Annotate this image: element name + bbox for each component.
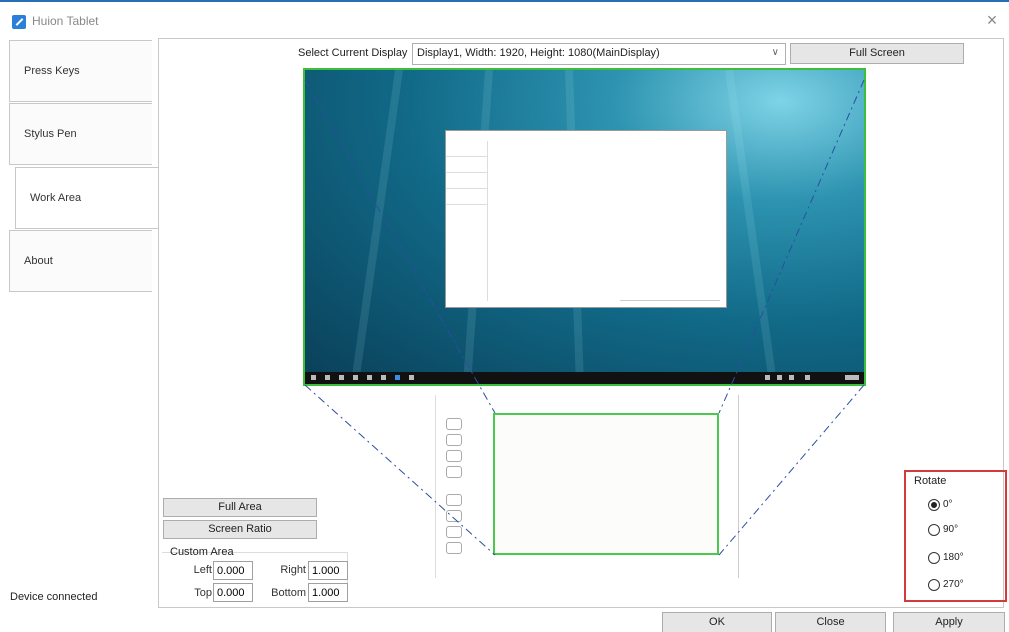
chevron-down-icon: ∨ xyxy=(771,47,779,58)
sidebar-item-about[interactable]: About xyxy=(9,230,152,292)
left-field[interactable] xyxy=(213,561,253,580)
close-window-icon[interactable]: × xyxy=(982,10,1002,30)
express-key-icon xyxy=(446,434,462,446)
right-field[interactable] xyxy=(308,561,348,580)
right-label: Right xyxy=(280,564,306,576)
express-key-icon xyxy=(446,450,462,462)
rotate-180-label: 180° xyxy=(943,552,964,563)
sidebar-item-label: About xyxy=(24,255,53,267)
top-label: Top xyxy=(194,587,212,599)
preview-app-window xyxy=(445,130,727,308)
bottom-field[interactable] xyxy=(308,583,348,602)
display-preview xyxy=(303,68,866,386)
express-key-icon xyxy=(446,418,462,430)
sidebar-item-work-area[interactable]: Work Area xyxy=(15,167,158,229)
express-key-icon xyxy=(446,494,462,506)
custom-area-title: Custom Area xyxy=(170,546,234,558)
preview-taskbar xyxy=(305,372,864,384)
sidebar-item-label: Press Keys xyxy=(24,65,80,77)
rotate-180-radio[interactable] xyxy=(928,552,940,564)
window-title: Huion Tablet xyxy=(32,14,99,28)
sidebar-item-stylus-pen[interactable]: Stylus Pen xyxy=(9,103,152,165)
sidebar-item-press-keys[interactable]: Press Keys xyxy=(9,40,152,102)
device-status: Device connected xyxy=(10,591,98,603)
express-key-icon xyxy=(446,466,462,478)
sidebar-item-label: Work Area xyxy=(30,192,82,204)
bottom-label: Bottom xyxy=(271,587,306,599)
express-key-icon xyxy=(446,526,462,538)
preview-footer xyxy=(620,300,720,305)
rotate-270-label: 270° xyxy=(943,579,964,590)
sidebar-item-label: Stylus Pen xyxy=(24,128,77,140)
rotate-270-radio[interactable] xyxy=(928,579,940,591)
rotate-90-label: 90° xyxy=(943,524,959,535)
light-ray xyxy=(351,70,403,378)
express-key-icon xyxy=(446,542,462,554)
tablet-right-edge xyxy=(738,395,746,578)
select-display-label: Select Current Display xyxy=(298,47,408,59)
apply-button[interactable]: Apply xyxy=(893,612,1005,632)
full-area-button[interactable]: Full Area xyxy=(163,498,317,517)
ok-button[interactable]: OK xyxy=(662,612,772,632)
display-select[interactable]: Display1, Width: 1920, Height: 1080(Main… xyxy=(412,43,786,65)
rotate-90-radio[interactable] xyxy=(928,524,940,536)
left-label: Left xyxy=(193,564,212,576)
tablet-work-area[interactable] xyxy=(493,413,719,555)
title-bar: Huion Tablet × xyxy=(0,2,1009,34)
screen-ratio-button[interactable]: Screen Ratio xyxy=(163,520,317,539)
rotate-0-label: 0° xyxy=(943,499,953,510)
top-field[interactable] xyxy=(213,583,253,602)
tablet-left-edge xyxy=(428,395,436,578)
light-ray xyxy=(725,70,777,378)
rotate-title: Rotate xyxy=(914,475,947,487)
preview-sidebar xyxy=(446,141,488,301)
full-screen-button[interactable]: Full Screen xyxy=(790,43,964,64)
close-button[interactable]: Close xyxy=(775,612,886,632)
rotate-0-radio[interactable] xyxy=(928,499,940,511)
display-select-value: Display1, Width: 1920, Height: 1080(Main… xyxy=(417,47,660,59)
express-key-icon xyxy=(446,510,462,522)
huion-app-icon xyxy=(12,15,26,29)
